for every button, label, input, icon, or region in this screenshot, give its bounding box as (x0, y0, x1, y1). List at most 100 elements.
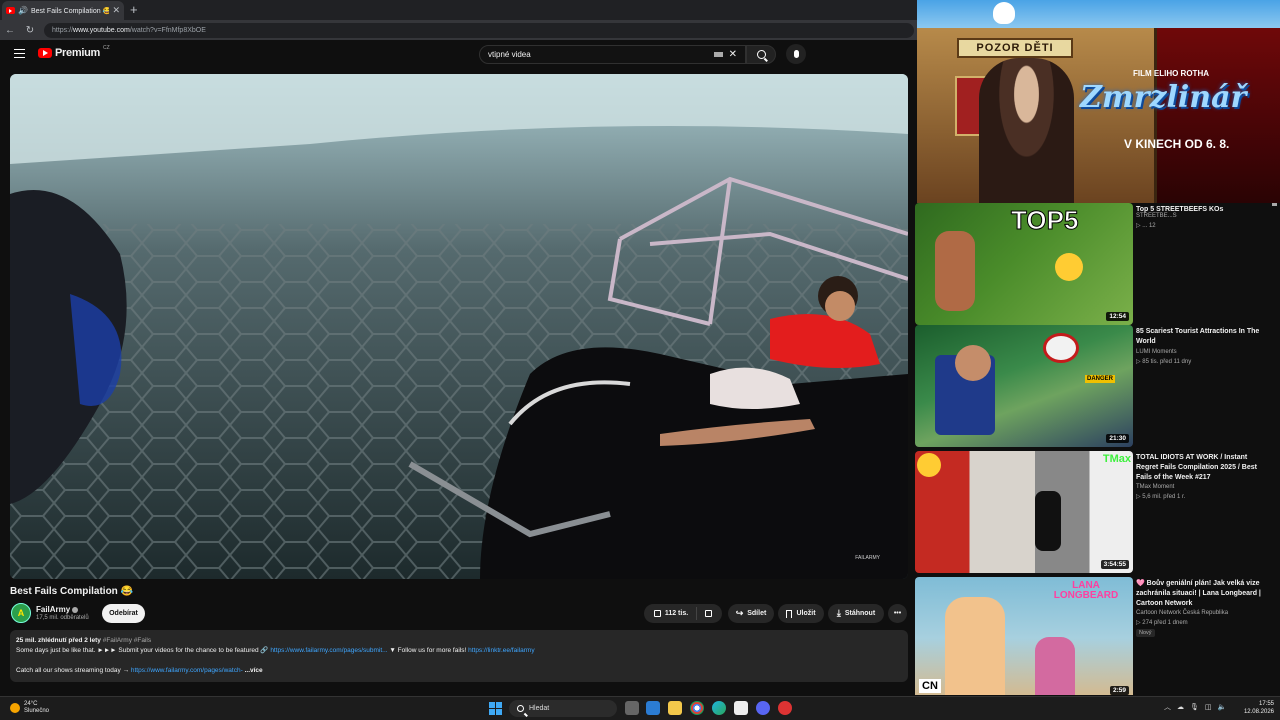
search-icon (756, 50, 766, 59)
channel-name[interactable]: TMax Moment (1136, 484, 1174, 490)
description-line2: Catch all our shows streaming today → (16, 667, 130, 674)
mail-icon[interactable] (646, 701, 660, 715)
video-frame-image: FAILARMY (10, 74, 908, 579)
more-actions-button[interactable]: ••• (888, 604, 907, 623)
discord-icon[interactable] (756, 701, 770, 715)
clock-time: 17:55 (1258, 701, 1274, 707)
video-title[interactable]: 85 Scariest Tourist Attractions In The W… (1136, 327, 1266, 347)
chrome-icon[interactable] (690, 701, 704, 715)
recommendation-item[interactable]: TMax 3:54:55 TOTAL IDIOTS AT WORK / Inst… (915, 451, 1275, 573)
ad-character-image (979, 58, 1074, 203)
video-title: Best Fails Compilation 😂 (10, 586, 134, 597)
mic-tray-icon[interactable]: 🎙 (1190, 703, 1199, 711)
video-title[interactable]: 🩷 Boův geniální plán! Jak velká vize zac… (1136, 579, 1266, 609)
network-icon[interactable]: ◫ (1205, 703, 1212, 711)
hashtags[interactable]: #FailArmy #Fails (103, 637, 151, 644)
ice-cream-mascot-icon (993, 2, 1015, 24)
save-label: Uložit (796, 610, 816, 617)
verified-icon (72, 606, 79, 613)
search-input[interactable]: vtipné videa ✕ (479, 45, 746, 64)
share-label: Sdílet (747, 610, 767, 617)
video-thumbnail[interactable]: LANA LONGBEARD CN 2:59 (915, 577, 1133, 695)
watch-link[interactable]: https://www.failarmy.com/pages/watch- (131, 667, 243, 674)
search-button[interactable] (746, 45, 776, 64)
back-icon[interactable]: ← (4, 25, 16, 36)
thumbnail-character-2 (1035, 637, 1075, 695)
subscribe-button[interactable]: Odebírat (102, 604, 145, 623)
close-tab-icon[interactable]: ✕ (112, 5, 120, 16)
recommendation-item[interactable]: TOP5 12:54 Top 5 STREETBEEFS KOs STREETB… (915, 203, 1275, 325)
video-thumbnail[interactable]: DANGER 21:30 (915, 325, 1133, 447)
shock-emoji-icon (917, 453, 941, 477)
browser-tab[interactable]: 🔊 Best Fails Compilation 😂 - Yo ✕ (2, 1, 124, 20)
thumbnail-text: LANA LONGBEARD (1053, 580, 1119, 601)
weather-widget[interactable]: 24°C Slunečno (10, 701, 49, 715)
youtube-masthead: Premium CZ vtipné videa ✕ (0, 40, 917, 70)
recommendation-item[interactable]: LANA LONGBEARD CN 2:59 🩷 Boův geniální p… (915, 577, 1275, 695)
video-thumbnail[interactable]: TOP5 12:54 (915, 203, 1133, 325)
new-tab-button[interactable]: + (130, 2, 138, 17)
speaker-icon[interactable]: 🔊 (18, 6, 28, 15)
movie-ad-banner[interactable]: POZOR DĚTI FILM ELIHO ROTHA Zmrzlinář V … (917, 0, 1280, 203)
ad-release-date: V KINECH OD 6. 8. (1124, 137, 1230, 151)
channel-name[interactable]: FailArmy (36, 605, 79, 614)
voice-search-button[interactable] (786, 44, 806, 64)
like-icon[interactable] (653, 610, 661, 617)
app-icon[interactable] (778, 701, 792, 715)
video-title[interactable]: TOTAL IDIOTS AT WORK / Instant Regret Fa… (1136, 453, 1266, 483)
share-button[interactable]: ↪ Sdílet (728, 604, 774, 623)
linktree-link[interactable]: https://linktr.ee/failarmy (468, 647, 534, 654)
download-button[interactable]: ⤓ Stáhnout (828, 604, 884, 623)
scrollbar-thumb[interactable] (1272, 203, 1277, 206)
show-more-link[interactable]: ...více (245, 667, 263, 674)
reload-icon[interactable]: ↻ (24, 25, 36, 36)
video-duration: 2:59 (1109, 686, 1129, 695)
video-watermark: FAILARMY (855, 555, 880, 561)
store-icon[interactable] (734, 701, 748, 715)
channel-name[interactable]: LUMI Moments (1136, 349, 1177, 355)
video-duration: 12:54 (1106, 312, 1129, 321)
ad-sky (917, 0, 1280, 28)
share-icon: ↪ (735, 608, 744, 618)
taskbar-search-label: Hledat (529, 705, 550, 712)
hamburger-menu-icon[interactable] (14, 49, 25, 58)
chevron-up-icon[interactable]: ︿ (1164, 702, 1171, 712)
channel-name[interactable]: STREETBE...S (1136, 213, 1177, 219)
temperature: 24°C (24, 701, 38, 707)
url-field[interactable]: https://www.youtube.com/watch?v=FfnMfp8X… (44, 22, 914, 38)
description-box[interactable]: 25 mil. zhlédnutí před 2 lety #FailArmy … (10, 630, 908, 682)
like-dislike-group: 112 tis. (644, 604, 722, 623)
save-button[interactable]: Uložit (778, 604, 824, 623)
recommendation-list: TOP5 12:54 Top 5 STREETBEEFS KOs STREETB… (915, 203, 1278, 695)
clock-date: 12.08.2026 (1243, 709, 1274, 715)
clown-face-image (1043, 333, 1079, 363)
recommendation-item[interactable]: DANGER 21:30 85 Scariest Tourist Attract… (915, 325, 1275, 447)
task-view-icon[interactable] (625, 701, 639, 715)
keyboard-icon[interactable] (713, 52, 723, 57)
cartoon-network-logo: CN (919, 679, 941, 693)
clock[interactable]: 17:55 12.08.2026 (1240, 700, 1274, 716)
video-meta: ▷ 5,6 mil. před 1 r. (1136, 494, 1186, 500)
volume-icon[interactable]: 🔈 (1218, 703, 1227, 711)
video-player[interactable]: FAILARMY (10, 74, 908, 579)
video-thumbnail[interactable]: TMax 3:54:55 (915, 451, 1133, 573)
file-explorer-icon[interactable] (668, 701, 682, 715)
url-path: /watch?v=FfnMfp8XbOE (129, 26, 206, 34)
thumbnail-text: TMax (1102, 453, 1131, 465)
dislike-icon[interactable] (705, 610, 713, 617)
edge-icon[interactable] (712, 701, 726, 715)
taskbar-search[interactable]: Hledat (509, 700, 617, 717)
ad-sign-text: POZOR DĚTI (957, 38, 1073, 58)
url-host: www.youtube.com (73, 26, 130, 34)
thumbnail-text: TOP5 (1010, 205, 1079, 236)
clear-search-icon[interactable]: ✕ (729, 49, 737, 60)
submit-link[interactable]: https://www.failarmy.com/pages/submit... (270, 647, 387, 654)
ad-film-by: FILM ELIHO ROTHA (1133, 69, 1209, 78)
microphone-icon (793, 50, 799, 58)
youtube-premium-logo[interactable]: Premium CZ (38, 45, 110, 59)
start-button-icon[interactable] (489, 702, 502, 715)
like-count[interactable]: 112 tis. (665, 610, 688, 617)
channel-avatar[interactable]: A (11, 603, 31, 623)
channel-name[interactable]: Cartoon Network Česká Republika (1136, 610, 1228, 616)
cloud-icon[interactable]: ☁ (1177, 703, 1184, 711)
